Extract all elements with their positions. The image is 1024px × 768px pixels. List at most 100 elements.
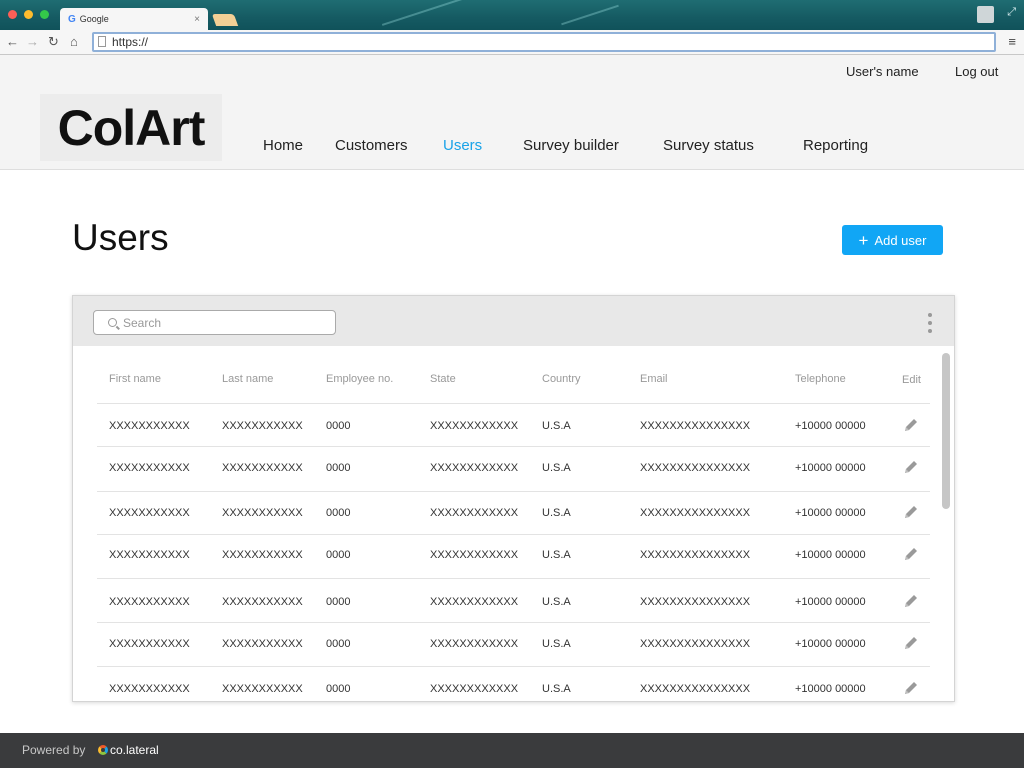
background-decoration xyxy=(381,0,469,26)
back-arrow-icon[interactable]: ← xyxy=(6,34,19,49)
nav-item-customers[interactable]: Customers xyxy=(335,137,408,154)
column-header-country[interactable]: Country xyxy=(542,373,581,385)
nav-item-survey-builder[interactable]: Survey builder xyxy=(523,137,619,154)
user-name-link[interactable]: User's name xyxy=(846,64,919,79)
cell-employee-no: 0000 xyxy=(326,507,351,519)
edit-pencil-icon[interactable] xyxy=(903,593,919,609)
cell-country: U.S.A xyxy=(542,462,571,474)
cell-employee-no: 0000 xyxy=(326,549,351,561)
column-header-edit: Edit xyxy=(902,374,921,386)
cell-first-name: XXXXXXXXXXX xyxy=(109,596,190,608)
tab-title: Google xyxy=(79,14,109,24)
cell-state: XXXXXXXXXXXX xyxy=(430,683,519,695)
cell-telephone: +10000 00000 xyxy=(795,638,866,650)
edit-pencil-icon[interactable] xyxy=(903,504,919,520)
cell-employee-no: 0000 xyxy=(326,683,351,695)
cell-state: XXXXXXXXXXXX xyxy=(430,507,519,519)
cell-country: U.S.A xyxy=(542,683,571,695)
tab-close-icon[interactable]: × xyxy=(194,14,200,25)
cell-email: XXXXXXXXXXXXXXX xyxy=(640,462,751,474)
footer: Powered by co.lateral xyxy=(0,733,1024,768)
cell-state: XXXXXXXXXXXX xyxy=(430,462,519,474)
close-window-button[interactable] xyxy=(8,10,17,19)
cell-email: XXXXXXXXXXXXXXX xyxy=(640,596,751,608)
forward-arrow-icon[interactable]: → xyxy=(26,34,39,49)
row-divider xyxy=(97,403,930,404)
minimize-window-button[interactable] xyxy=(24,10,33,19)
cell-country: U.S.A xyxy=(542,596,571,608)
colateral-logo-icon xyxy=(98,745,108,755)
cell-first-name: XXXXXXXXXXX xyxy=(109,462,190,474)
edit-pencil-icon[interactable] xyxy=(903,635,919,651)
powered-by-text: Powered by xyxy=(22,743,86,757)
cell-last-name: XXXXXXXXXXX xyxy=(222,549,303,561)
add-user-label: Add user xyxy=(874,232,927,248)
search-input[interactable]: Search xyxy=(93,310,336,335)
reload-icon[interactable]: ↻ xyxy=(48,34,59,50)
edit-pencil-icon[interactable] xyxy=(903,546,919,562)
browser-menu-icon[interactable]: ≡ xyxy=(1008,34,1016,49)
cell-country: U.S.A xyxy=(542,549,571,561)
column-header-first-name[interactable]: First name xyxy=(109,373,161,385)
logo-text: ColArt xyxy=(57,99,206,156)
row-divider xyxy=(97,534,930,535)
nav-item-reporting[interactable]: Reporting xyxy=(803,137,868,154)
more-options-icon[interactable] xyxy=(928,313,932,333)
cell-email: XXXXXXXXXXXXXXX xyxy=(640,420,751,432)
nav-item-home[interactable]: Home xyxy=(263,137,303,154)
maximize-window-button[interactable] xyxy=(40,10,49,19)
cell-last-name: XXXXXXXXXXX xyxy=(222,507,303,519)
row-divider xyxy=(97,491,930,492)
cell-telephone: +10000 00000 xyxy=(795,420,866,432)
colateral-brand[interactable]: co.lateral xyxy=(98,743,159,757)
profile-icon[interactable] xyxy=(977,6,994,23)
cell-employee-no: 0000 xyxy=(326,638,351,650)
url-text: https:// xyxy=(112,35,149,49)
new-tab-button[interactable] xyxy=(211,14,239,26)
browser-titlebar: G Google × ⤢ xyxy=(0,0,1024,30)
cell-last-name: XXXXXXXXXXX xyxy=(222,596,303,608)
logo[interactable]: ColArt xyxy=(40,94,222,161)
nav-item-users[interactable]: Users xyxy=(443,137,482,154)
column-header-employee-no[interactable]: Employee no. xyxy=(326,373,393,385)
cell-state: XXXXXXXXXXXX xyxy=(430,420,519,432)
home-icon[interactable]: ⌂ xyxy=(70,34,78,49)
cell-email: XXXXXXXXXXXXXXX xyxy=(640,638,751,650)
cell-telephone: +10000 00000 xyxy=(795,462,866,474)
add-user-button[interactable]: + Add user xyxy=(842,225,943,255)
page-title: Users xyxy=(72,217,169,258)
cell-email: XXXXXXXXXXXXXXX xyxy=(640,683,751,695)
browser-tab[interactable]: G Google × xyxy=(60,8,208,30)
logout-link[interactable]: Log out xyxy=(955,64,998,79)
cell-telephone: +10000 00000 xyxy=(795,549,866,561)
cell-state: XXXXXXXXXXXX xyxy=(430,549,519,561)
column-header-telephone[interactable]: Telephone xyxy=(795,373,846,385)
edit-pencil-icon[interactable] xyxy=(903,417,919,433)
cell-employee-no: 0000 xyxy=(326,596,351,608)
fullscreen-icon[interactable]: ⤢ xyxy=(1007,6,1016,19)
cell-last-name: XXXXXXXXXXX xyxy=(222,683,303,695)
cell-country: U.S.A xyxy=(542,420,571,432)
cell-first-name: XXXXXXXXXXX xyxy=(109,638,190,650)
plus-icon: + xyxy=(858,230,869,250)
cell-email: XXXXXXXXXXXXXXX xyxy=(640,549,751,561)
nav-item-survey-status[interactable]: Survey status xyxy=(663,137,754,154)
column-header-state[interactable]: State xyxy=(430,373,456,385)
app-header: User's name Log out ColArt Home Customer… xyxy=(0,55,1024,170)
cell-country: U.S.A xyxy=(542,507,571,519)
table-toolbar: Search xyxy=(73,296,954,346)
cell-state: XXXXXXXXXXXX xyxy=(430,638,519,650)
google-g-icon: G xyxy=(68,13,76,25)
cell-employee-no: 0000 xyxy=(326,462,351,474)
column-header-email[interactable]: Email xyxy=(640,373,668,385)
page-icon xyxy=(98,36,106,47)
cell-telephone: +10000 00000 xyxy=(795,507,866,519)
background-decoration xyxy=(561,4,619,26)
address-bar-input[interactable]: https:// xyxy=(92,32,996,52)
edit-pencil-icon[interactable] xyxy=(903,459,919,475)
column-header-last-name[interactable]: Last name xyxy=(222,373,273,385)
cell-last-name: XXXXXXXXXXX xyxy=(222,462,303,474)
edit-pencil-icon[interactable] xyxy=(903,680,919,696)
cell-last-name: XXXXXXXXXXX xyxy=(222,420,303,432)
table-scrollbar[interactable] xyxy=(942,353,950,509)
